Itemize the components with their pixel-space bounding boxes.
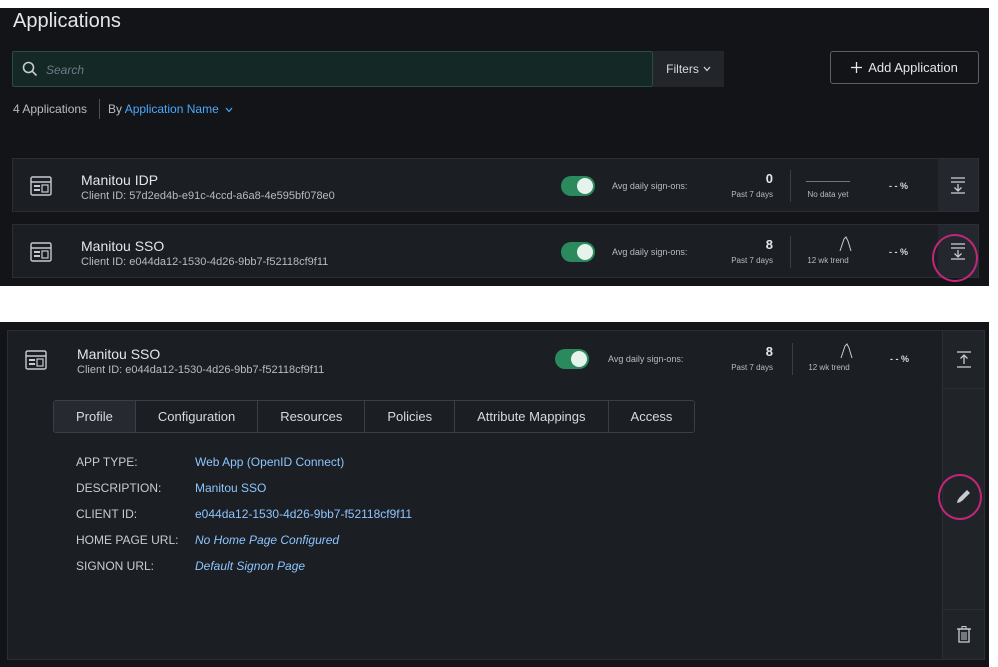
toggle-knob — [571, 351, 587, 367]
application-detail-card: Manitou SSO Client ID: e044da12-1530-4d2… — [7, 330, 985, 660]
signons-period: Past 7 days — [731, 190, 773, 199]
application-icon — [30, 242, 52, 262]
trend-percent: - - % — [890, 354, 909, 364]
toggle-knob — [577, 178, 593, 194]
sort-control[interactable]: By Application Name — [108, 102, 233, 116]
field-label-signon-url: SIGNON URL: — [76, 559, 155, 573]
field-label-app-type: APP TYPE: — [76, 455, 138, 469]
stat-divider — [790, 236, 791, 268]
field-value-description: Manitou SSO — [195, 481, 267, 495]
application-icon — [30, 176, 52, 196]
application-count: 4 Applications — [13, 102, 88, 116]
field-value-signon-url: Default Signon Page — [195, 559, 306, 573]
signons-period: Past 7 days — [731, 256, 773, 265]
collapse-button[interactable] — [943, 331, 985, 389]
search-input[interactable]: Search — [12, 51, 653, 87]
tab-access[interactable]: Access — [608, 401, 695, 432]
search-icon — [22, 61, 38, 77]
field-label-description: DESCRIPTION: — [76, 481, 162, 495]
signons-value: 0 — [765, 171, 773, 186]
field-label-home-page-url: HOME PAGE URL: — [76, 533, 179, 547]
application-name: Manitou SSO — [81, 238, 165, 254]
client-id: Client ID: 57d2ed4b-e91c-4ccd-a6a8-4e595… — [81, 190, 335, 202]
delete-button[interactable] — [943, 609, 985, 659]
filters-label: Filters — [666, 62, 699, 76]
trend-percent: - - % — [889, 247, 908, 257]
trend-sparkline — [840, 343, 853, 359]
highlight-annotation — [938, 474, 982, 520]
plus-icon — [851, 62, 863, 73]
signons-label: Avg daily sign-ons: — [612, 247, 688, 257]
sort-prefix: By — [108, 102, 123, 116]
trend-label: No data yet — [807, 190, 849, 199]
chevron-down-icon[interactable] — [225, 107, 233, 113]
trend-sparkline — [839, 236, 852, 252]
field-value-client-id: e044da12-1530-4d26-9bb7-f52118cf9f11 — [195, 507, 413, 521]
sort-divider — [99, 99, 100, 119]
sort-value[interactable]: Application Name — [125, 102, 219, 116]
signons-period: Past 7 days — [731, 363, 773, 372]
filters-button[interactable]: Filters — [653, 51, 724, 87]
enable-toggle[interactable] — [561, 242, 595, 262]
tab-attribute-mappings[interactable]: Attribute Mappings — [455, 401, 609, 432]
application-name: Manitou IDP — [81, 172, 159, 188]
application-detail-panel: Manitou SSO Client ID: e044da12-1530-4d2… — [0, 322, 989, 667]
chevron-down-icon — [703, 66, 711, 72]
client-id: Client ID: e044da12-1530-4d26-9bb7-f5211… — [77, 364, 325, 376]
application-name: Manitou SSO — [77, 346, 161, 362]
search-placeholder: Search — [46, 63, 85, 77]
applications-list-panel: Applications Search Filters Add Applicat… — [0, 8, 989, 286]
detail-tabs: Profile Configuration Resources Policies… — [53, 400, 696, 433]
highlight-annotation — [932, 234, 978, 282]
trend-label: 12 wk trend — [807, 256, 849, 265]
signons-label: Avg daily sign-ons: — [612, 181, 688, 191]
tab-configuration[interactable]: Configuration — [135, 401, 259, 432]
field-value-home-page-url: No Home Page Configured — [195, 533, 340, 547]
toggle-knob — [577, 244, 593, 260]
expand-button[interactable] — [938, 159, 978, 211]
trend-percent: - - % — [889, 181, 908, 191]
tab-policies[interactable]: Policies — [365, 401, 456, 432]
trend-label: 12 wk trend — [808, 363, 850, 372]
trend-placeholder-line — [806, 181, 850, 182]
stat-divider — [792, 343, 793, 375]
collapse-icon — [957, 350, 971, 368]
application-icon — [25, 350, 47, 370]
enable-toggle[interactable] — [555, 349, 589, 369]
field-value-app-type: Web App (OpenID Connect) — [195, 455, 345, 469]
signons-value: 8 — [765, 344, 773, 359]
signons-label: Avg daily sign-ons: — [608, 354, 684, 364]
tab-resources[interactable]: Resources — [258, 401, 366, 432]
tab-profile[interactable]: Profile — [54, 401, 136, 432]
expand-icon — [951, 177, 965, 194]
add-application-label: Add Application — [868, 60, 958, 75]
page-title: Applications — [13, 10, 121, 32]
add-application-button[interactable]: Add Application — [830, 51, 979, 84]
enable-toggle[interactable] — [561, 176, 595, 196]
client-id: Client ID: e044da12-1530-4d26-9bb7-f5211… — [81, 256, 329, 268]
application-row[interactable]: Manitou SSO Client ID: e044da12-1530-4d2… — [12, 224, 979, 278]
trash-icon — [957, 626, 971, 643]
field-label-client-id: CLIENT ID: — [76, 507, 138, 521]
stat-divider — [790, 170, 791, 202]
application-row[interactable]: Manitou IDP Client ID: 57d2ed4b-e91c-4cc… — [12, 158, 979, 212]
signons-value: 8 — [765, 237, 773, 252]
